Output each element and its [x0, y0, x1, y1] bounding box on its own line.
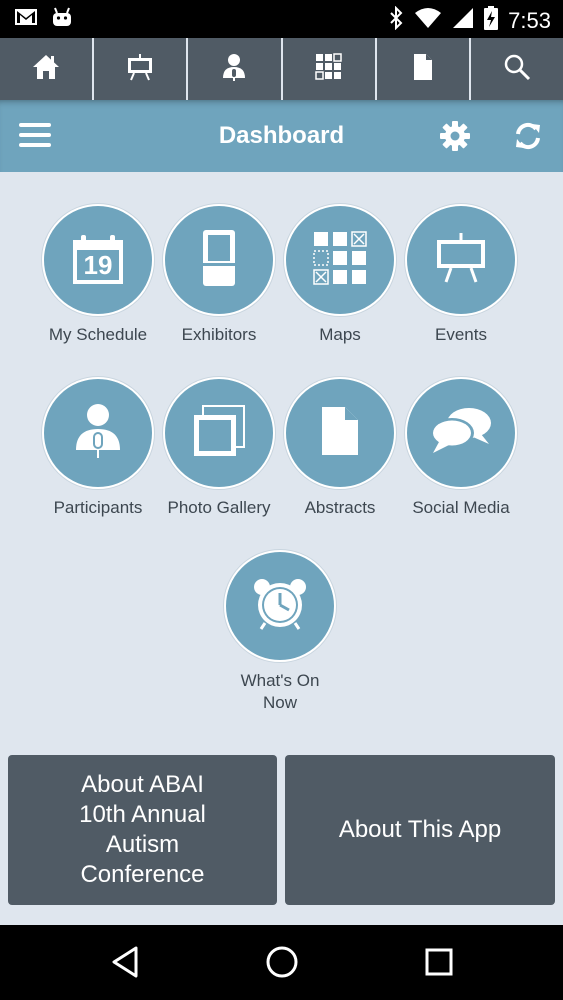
booth-icon: [201, 228, 237, 293]
page-title: Dashboard: [218, 122, 345, 149]
toolbar-abstracts-button[interactable]: [377, 38, 471, 100]
events-button[interactable]: [405, 204, 517, 316]
back-icon[interactable]: [110, 945, 140, 984]
toolbar-maps-button[interactable]: [283, 38, 377, 100]
grid-map-icon: [314, 52, 343, 86]
signal-icon: [452, 7, 474, 34]
social-media-button[interactable]: [405, 377, 517, 489]
bluetooth-icon: [388, 5, 404, 35]
search-icon: [503, 53, 531, 86]
photo-stack-icon: [193, 404, 245, 462]
calendar-icon: 19: [71, 234, 125, 286]
calendar-day-number: 19: [83, 250, 113, 280]
document-icon: [412, 53, 434, 86]
button-text-line: Autism: [105, 831, 180, 858]
toolbar-home-button[interactable]: [0, 38, 95, 100]
top-toolbar: [0, 38, 563, 100]
presentation-board-icon: [125, 53, 155, 86]
my-schedule-button[interactable]: 19: [42, 204, 154, 316]
toolbar-search-button[interactable]: [471, 38, 563, 100]
system-nav-bar: [0, 925, 563, 1000]
tile-label: Events: [435, 325, 487, 344]
tile-social-media[interactable]: Social Media: [400, 377, 522, 519]
dashboard-header: Dashboard: [0, 100, 563, 172]
presentation-board-icon: [434, 232, 488, 289]
tile-label: Maps: [319, 325, 361, 344]
exhibitors-button[interactable]: [163, 204, 275, 316]
tile-abstracts[interactable]: Abstracts: [279, 377, 401, 519]
tile-label: Social Media: [412, 498, 510, 517]
tile-exhibitors[interactable]: Exhibitors: [158, 204, 280, 346]
alarm-clock-icon: [252, 577, 308, 636]
button-text-line: 10th Annual: [79, 801, 206, 828]
home-icon: [31, 53, 61, 86]
android-icon: [52, 7, 72, 32]
tile-whats-on-now[interactable]: What's On Now: [219, 550, 341, 714]
recents-icon[interactable]: [424, 945, 454, 984]
tile-label: Exhibitors: [181, 325, 257, 344]
tile-maps[interactable]: Maps: [279, 204, 401, 346]
tile-label: Photo Gallery: [167, 498, 271, 517]
tile-label: Participants: [53, 498, 143, 517]
chat-bubbles-icon: [429, 406, 493, 461]
about-app-button[interactable]: About This App: [285, 755, 555, 905]
button-text-line: About ABAI: [81, 771, 204, 798]
tile-photo-gallery[interactable]: Photo Gallery: [158, 377, 280, 519]
gear-icon[interactable]: [440, 121, 470, 156]
participants-button[interactable]: [42, 377, 154, 489]
speaker-icon: [220, 52, 248, 87]
abstracts-button[interactable]: [284, 377, 396, 489]
button-text-line: Conference: [80, 861, 205, 888]
clock-time: 7:53: [508, 7, 551, 33]
battery-charging-icon: [484, 6, 499, 35]
tile-label: My Schedule: [48, 325, 148, 344]
tile-my-schedule[interactable]: 19 My Schedule: [37, 204, 159, 346]
gmail-icon: [14, 7, 38, 32]
tile-label: What's On Now: [219, 670, 341, 714]
refresh-icon[interactable]: [513, 121, 543, 156]
document-icon: [321, 406, 359, 461]
tile-label-line: Now: [262, 693, 297, 712]
wifi-icon: [414, 7, 442, 34]
tile-label: Abstracts: [304, 498, 376, 517]
about-conference-button[interactable]: About ABAI 10th Annual Autism Conference: [8, 755, 277, 905]
home-circle-icon[interactable]: [265, 945, 299, 984]
photo-gallery-button[interactable]: [163, 377, 275, 489]
toolbar-participants-button[interactable]: [188, 38, 283, 100]
button-text: About This App: [338, 816, 502, 843]
tile-events[interactable]: Events: [400, 204, 522, 346]
status-bar: 7:53: [0, 0, 563, 38]
speaker-icon: [73, 402, 123, 465]
maps-button[interactable]: [284, 204, 396, 316]
tile-label-line: What's On: [240, 671, 320, 690]
grid-map-icon: [313, 230, 367, 290]
tile-participants[interactable]: Participants: [37, 377, 159, 519]
whats-on-now-button[interactable]: [224, 550, 336, 662]
toolbar-events-button[interactable]: [94, 38, 189, 100]
